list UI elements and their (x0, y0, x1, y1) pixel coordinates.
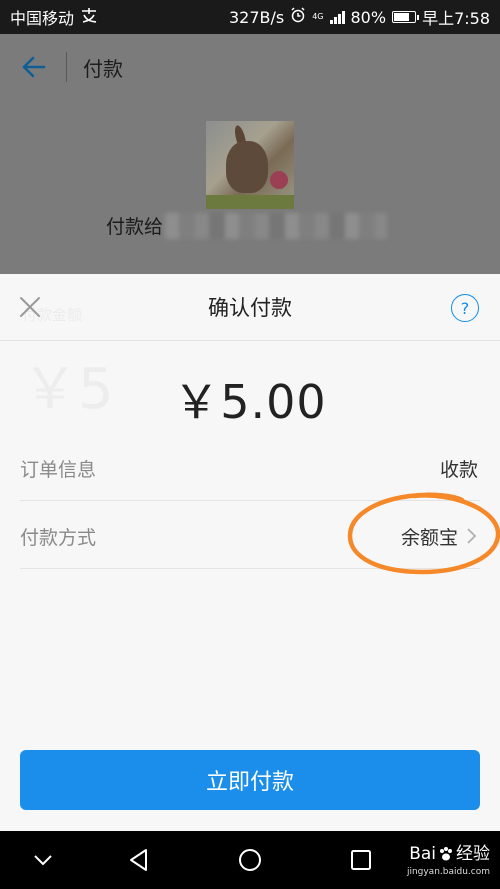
payment-method-value: 余额宝 (400, 526, 458, 549)
back-triangle-icon[interactable] (124, 845, 154, 875)
payment-method-value-wrap[interactable]: 余额宝 (401, 523, 480, 550)
watermark-brand-left: Bai (409, 844, 436, 864)
network-type: 4G (312, 12, 324, 21)
signal-icon (329, 10, 345, 24)
background-title: 付款 (83, 56, 123, 81)
network-speed: 327B/s (228, 7, 285, 27)
baidu-jingyan-watermark: Bai 经验 jingyan.baidu.com (407, 845, 490, 881)
system-nav-bar: Bai 经验 jingyan.baidu.com (0, 831, 500, 889)
hide-keyboard-icon[interactable] (28, 845, 58, 875)
header-divider (66, 52, 67, 82)
baidu-paw-icon (440, 847, 452, 861)
battery-icon (392, 11, 420, 23)
order-info-row[interactable]: 订单信息 收款 (20, 436, 480, 501)
payee-label: 付款给 (106, 216, 164, 238)
payment-method-row[interactable]: 付款方式 余额宝 (20, 504, 480, 569)
payee-name-redacted (165, 212, 388, 239)
watermark-url: jingyan.baidu.com (406, 867, 490, 877)
pay-now-button[interactable]: 立即付款 (20, 750, 480, 810)
carrier-label: 中国移动 (10, 9, 75, 28)
watermark-brand-right: 经验 (456, 844, 490, 864)
order-info-value: 收款 (439, 458, 478, 481)
payee-row: 付款给 (106, 212, 388, 239)
order-info-label: 订单信息 (20, 458, 97, 481)
home-circle-icon[interactable] (235, 845, 265, 875)
alipay-notification-icon (80, 7, 98, 27)
sheet-title: 确认付款 (208, 296, 292, 320)
confirm-payment-sheet: 付款金额 ￥5 确认付款 ? ￥5.00 订单信息 收款 付款方式 余额宝 立即… (0, 274, 500, 831)
payee-avatar (206, 121, 294, 209)
clock: 早上7:58 (422, 9, 490, 28)
status-bar: 中国移动 327B/s 4G 80% 早上7:58 (0, 0, 500, 34)
recents-square-icon[interactable] (346, 845, 376, 875)
sheet-header: 确认付款 ? (0, 274, 500, 341)
back-arrow-icon[interactable] (20, 53, 48, 81)
help-icon[interactable]: ? (451, 294, 479, 322)
payment-method-label: 付款方式 (20, 526, 97, 549)
alarm-icon (290, 7, 306, 27)
background-payment-page: 付款 付款给 (0, 34, 500, 274)
battery-percent: 80% (350, 7, 387, 27)
chevron-right-icon (467, 528, 477, 544)
background-header: 付款 (0, 34, 500, 100)
payment-amount: ￥5.00 (173, 375, 327, 429)
